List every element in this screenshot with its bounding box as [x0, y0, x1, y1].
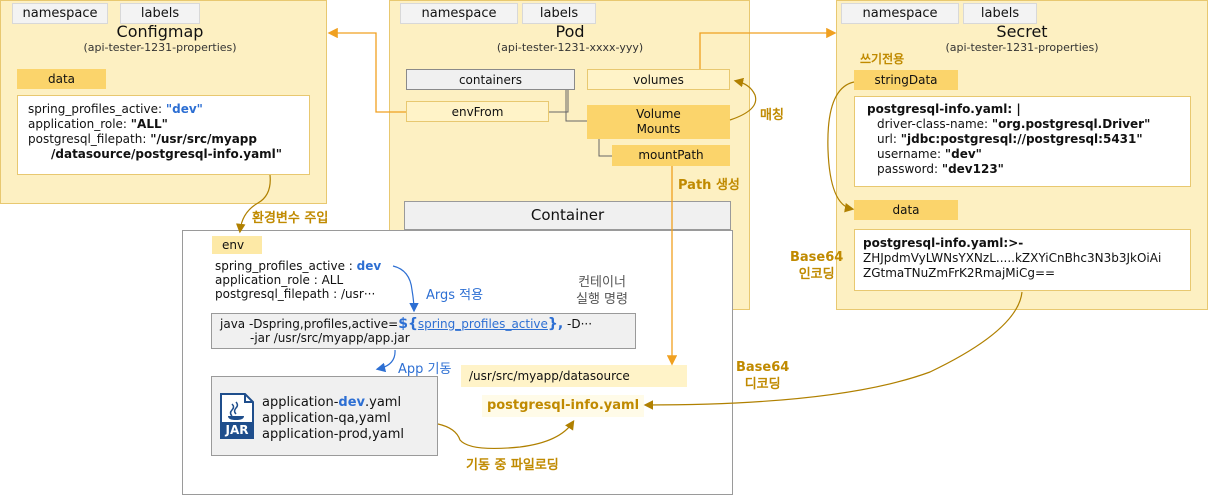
env-inject-curve: [235, 174, 271, 234]
containers-to-envfrom-line: [549, 90, 569, 113]
volumes-to-secret-line: [699, 27, 837, 69]
file-load-curve: [437, 419, 575, 450]
base64-encode-curve: [827, 81, 855, 213]
match-curve: [729, 77, 757, 121]
containers-to-mounts-line: [565, 90, 587, 122]
connector-lines: [235, 27, 1023, 450]
envfrom-to-configmap-line: [327, 27, 406, 113]
app-start-curve: [375, 349, 396, 373]
mounts-to-mountpath-line: [598, 139, 612, 157]
args-apply-curve: [392, 265, 419, 313]
base64-decode-curve: [643, 291, 1023, 410]
